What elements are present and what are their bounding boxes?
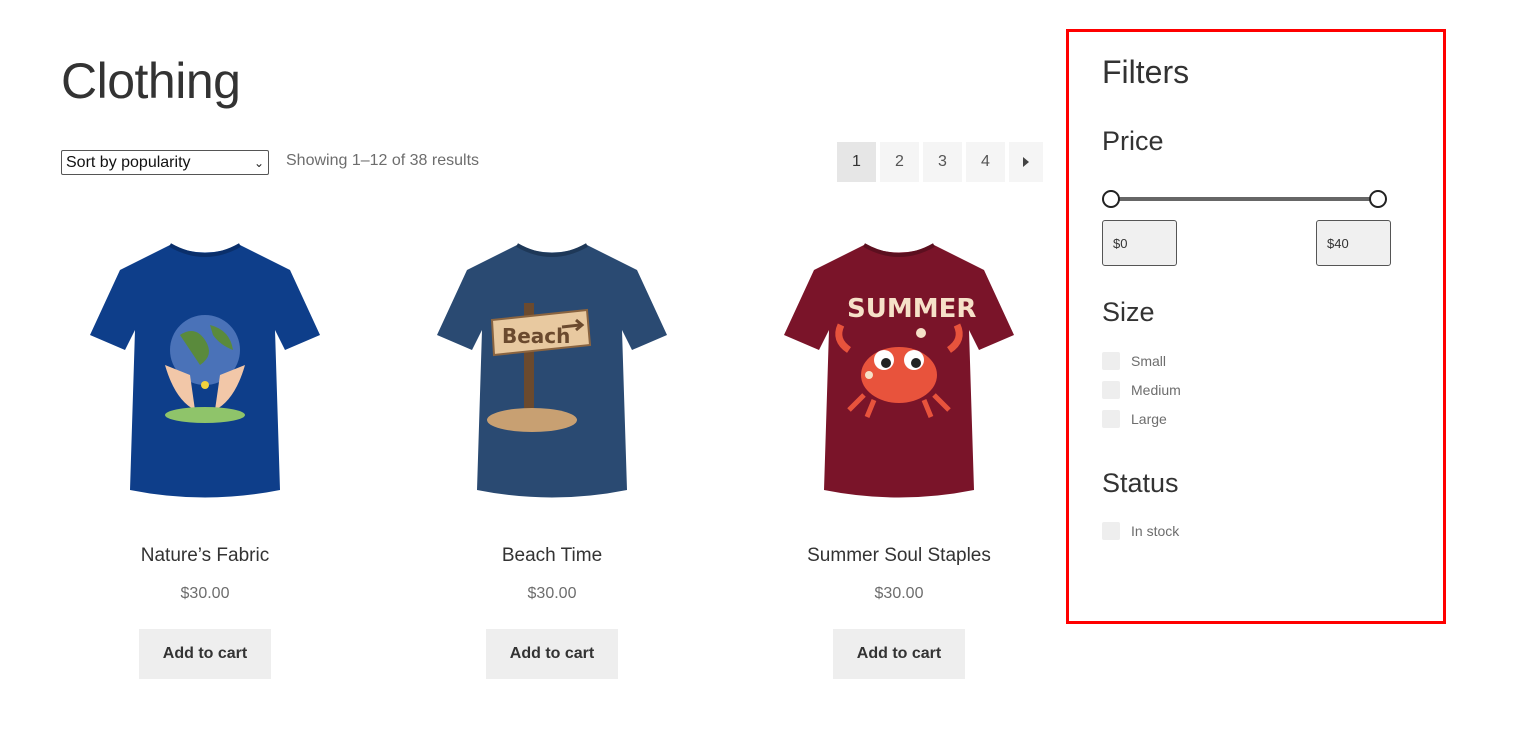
product-image-summer-soul-staples[interactable]: SUMMER <box>779 225 1019 515</box>
checkbox-label: Large <box>1131 411 1167 427</box>
slider-handle-min[interactable] <box>1102 190 1120 208</box>
size-option-small[interactable]: Small <box>1102 352 1166 370</box>
product-card: Nature’s Fabric $30.00 Add to cart <box>35 225 375 679</box>
page-link-1[interactable]: 1 <box>837 142 876 182</box>
product-card: SUMMER Summer Soul Staples $30.00 Add to… <box>729 225 1069 679</box>
sort-selected-value: Sort by popularity <box>66 153 191 171</box>
triangle-right-icon <box>1023 157 1029 167</box>
checkbox[interactable] <box>1102 381 1120 399</box>
product-card: Beach Beach Time $30.00 Add to cart <box>382 225 722 679</box>
min-price-input[interactable]: $0 <box>1102 220 1177 266</box>
product-image-beach-time[interactable]: Beach <box>432 225 672 515</box>
status-filter-heading: Status <box>1102 468 1179 498</box>
checkbox[interactable] <box>1102 352 1120 370</box>
add-to-cart-button[interactable]: Add to cart <box>139 629 271 679</box>
checkbox[interactable] <box>1102 522 1120 540</box>
checkbox[interactable] <box>1102 410 1120 428</box>
add-to-cart-button[interactable]: Add to cart <box>486 629 618 679</box>
shop-page: Clothing Sort by popularity ⌄ Showing 1–… <box>0 0 1531 731</box>
slider-track <box>1111 197 1378 201</box>
page-link-3[interactable]: 3 <box>923 142 962 182</box>
price-filter-heading: Price <box>1102 126 1164 156</box>
sort-select[interactable]: Sort by popularity ⌄ <box>61 150 269 175</box>
checkbox-label: Medium <box>1131 382 1181 398</box>
size-option-large[interactable]: Large <box>1102 410 1167 428</box>
product-name[interactable]: Summer Soul Staples <box>729 545 1069 567</box>
product-price: $30.00 <box>527 585 577 602</box>
slider-handle-max[interactable] <box>1369 190 1387 208</box>
page-link-4[interactable]: 4 <box>966 142 1005 182</box>
product-price: $30.00 <box>180 585 230 602</box>
product-name[interactable]: Nature’s Fabric <box>35 545 375 567</box>
next-page-button[interactable] <box>1009 142 1043 182</box>
product-price: $30.00 <box>874 585 924 602</box>
page-title: Clothing <box>61 53 241 109</box>
result-count: Showing 1–12 of 38 results <box>286 152 480 169</box>
svg-text:SUMMER: SUMMER <box>847 294 976 324</box>
pagination: 1 2 3 4 <box>837 142 1043 182</box>
checkbox-label: In stock <box>1131 523 1180 539</box>
filters-title: Filters <box>1102 54 1190 90</box>
size-option-medium[interactable]: Medium <box>1102 381 1181 399</box>
svg-text:Beach: Beach <box>502 324 570 348</box>
product-image-natures-fabric[interactable] <box>85 225 325 515</box>
chevron-down-icon: ⌄ <box>253 155 264 170</box>
price-range-slider[interactable] <box>1102 189 1387 209</box>
size-filter-heading: Size <box>1102 297 1155 327</box>
page-link-2[interactable]: 2 <box>880 142 919 182</box>
filters-panel: Filters Price $0 $40 Size Small Medium L… <box>1066 29 1446 624</box>
add-to-cart-button[interactable]: Add to cart <box>833 629 965 679</box>
max-price-input[interactable]: $40 <box>1316 220 1391 266</box>
status-option-in-stock[interactable]: In stock <box>1102 522 1179 540</box>
product-name[interactable]: Beach Time <box>382 545 722 567</box>
checkbox-label: Small <box>1131 353 1167 369</box>
